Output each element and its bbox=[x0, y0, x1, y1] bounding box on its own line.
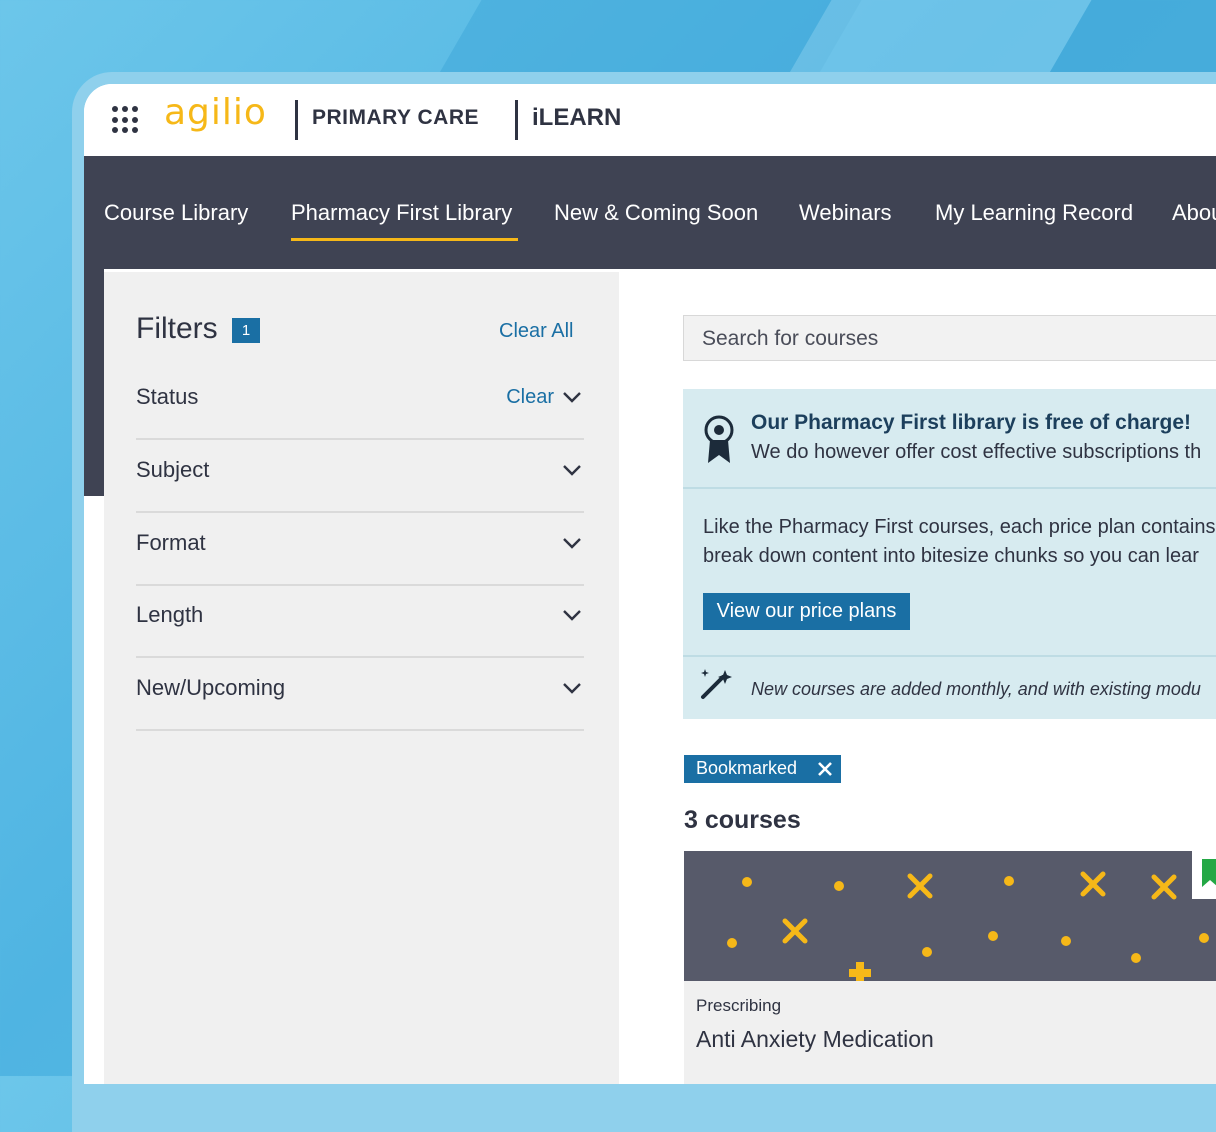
filter-format[interactable]: Format bbox=[136, 512, 584, 586]
promo-heading: Our Pharmacy First library is free of ch… bbox=[751, 411, 1191, 434]
app-window: agilio PRIMARY CARE iLEARN Course Librar… bbox=[84, 84, 1216, 1084]
promo-body: Like the Pharmacy First courses, each pr… bbox=[703, 513, 1215, 571]
filter-new-upcoming[interactable]: New/Upcoming bbox=[136, 657, 584, 731]
filter-label: Subject bbox=[136, 457, 210, 482]
chevron-down-icon[interactable] bbox=[562, 608, 582, 622]
promo-subtext: We do however offer cost effective subsc… bbox=[751, 441, 1202, 463]
clear-status-link[interactable]: Clear bbox=[506, 386, 554, 409]
search-placeholder: Search for courses bbox=[702, 327, 879, 350]
promo-header: Our Pharmacy First library is free of ch… bbox=[683, 389, 1216, 489]
filter-count-badge: 1 bbox=[232, 318, 260, 343]
filter-label: Status bbox=[136, 384, 199, 409]
course-pattern-graphic bbox=[727, 871, 1209, 981]
close-icon[interactable] bbox=[817, 761, 833, 777]
results-count: 3 courses bbox=[684, 806, 801, 834]
filter-label: New/Upcoming bbox=[136, 675, 286, 700]
bookmark-toggle[interactable] bbox=[1192, 851, 1216, 899]
filter-status[interactable]: Status Clear bbox=[136, 366, 584, 440]
filter-label: Format bbox=[136, 530, 206, 555]
nav-backdrop bbox=[84, 269, 104, 496]
filter-subject[interactable]: Subject bbox=[136, 439, 584, 513]
filter-length[interactable]: Length bbox=[136, 584, 584, 658]
main-nav: Course Library Pharmacy First Library Ne… bbox=[84, 156, 1216, 269]
chevron-down-icon[interactable] bbox=[562, 536, 582, 550]
product-name: PRIMARY CARE bbox=[312, 106, 480, 129]
promo-banner: Our Pharmacy First library is free of ch… bbox=[683, 389, 1216, 719]
nav-about[interactable]: About bbox=[1172, 200, 1216, 226]
app-name: iLEARN bbox=[532, 104, 622, 131]
chevron-down-icon[interactable] bbox=[562, 681, 582, 695]
filters-panel: Filters 1 Clear All Status Clear Subject… bbox=[104, 272, 619, 1084]
tag-label: Bookmarked bbox=[696, 758, 798, 778]
clear-all-link[interactable]: Clear All bbox=[499, 320, 573, 343]
nav-webinars[interactable]: Webinars bbox=[799, 200, 892, 226]
divider bbox=[295, 100, 298, 140]
chevron-down-icon[interactable] bbox=[562, 463, 582, 477]
header: agilio PRIMARY CARE iLEARN bbox=[84, 84, 1216, 156]
award-ribbon-icon bbox=[704, 415, 734, 463]
active-filter-tag[interactable]: Bookmarked bbox=[684, 755, 841, 783]
agilio-logo[interactable]: agilio bbox=[164, 92, 267, 133]
nav-my-learning-record[interactable]: My Learning Record bbox=[935, 200, 1133, 226]
search-input[interactable]: Search for courses bbox=[683, 315, 1216, 361]
nav-pharmacy-first-library[interactable]: Pharmacy First Library bbox=[291, 200, 519, 241]
magic-wand-icon bbox=[701, 669, 732, 699]
promo-note: New courses are added monthly, and with … bbox=[751, 679, 1201, 699]
course-card[interactable]: Prescribing Anti Anxiety Medication bbox=[684, 851, 1216, 1084]
filters-title: Filters bbox=[136, 312, 218, 345]
nav-course-library[interactable]: Course Library bbox=[104, 200, 248, 226]
course-category: Prescribing bbox=[696, 996, 782, 1015]
apps-grid-icon[interactable] bbox=[112, 106, 140, 134]
nav-new-coming-soon[interactable]: New & Coming Soon bbox=[554, 200, 758, 226]
chevron-down-icon[interactable] bbox=[562, 390, 582, 404]
bookmark-icon[interactable] bbox=[1192, 851, 1216, 899]
promo-footer: New courses are added monthly, and with … bbox=[683, 655, 1216, 721]
course-title[interactable]: Anti Anxiety Medication bbox=[696, 1026, 934, 1053]
filter-label: Length bbox=[136, 602, 204, 627]
promo-body-line: Like the Pharmacy First courses, each pr… bbox=[703, 516, 1216, 538]
course-thumbnail bbox=[684, 851, 1216, 981]
divider bbox=[515, 100, 518, 140]
promo-body-line: break down content into bitesize chunks … bbox=[703, 545, 1199, 567]
view-price-plans-button[interactable]: View our price plans bbox=[703, 593, 910, 630]
